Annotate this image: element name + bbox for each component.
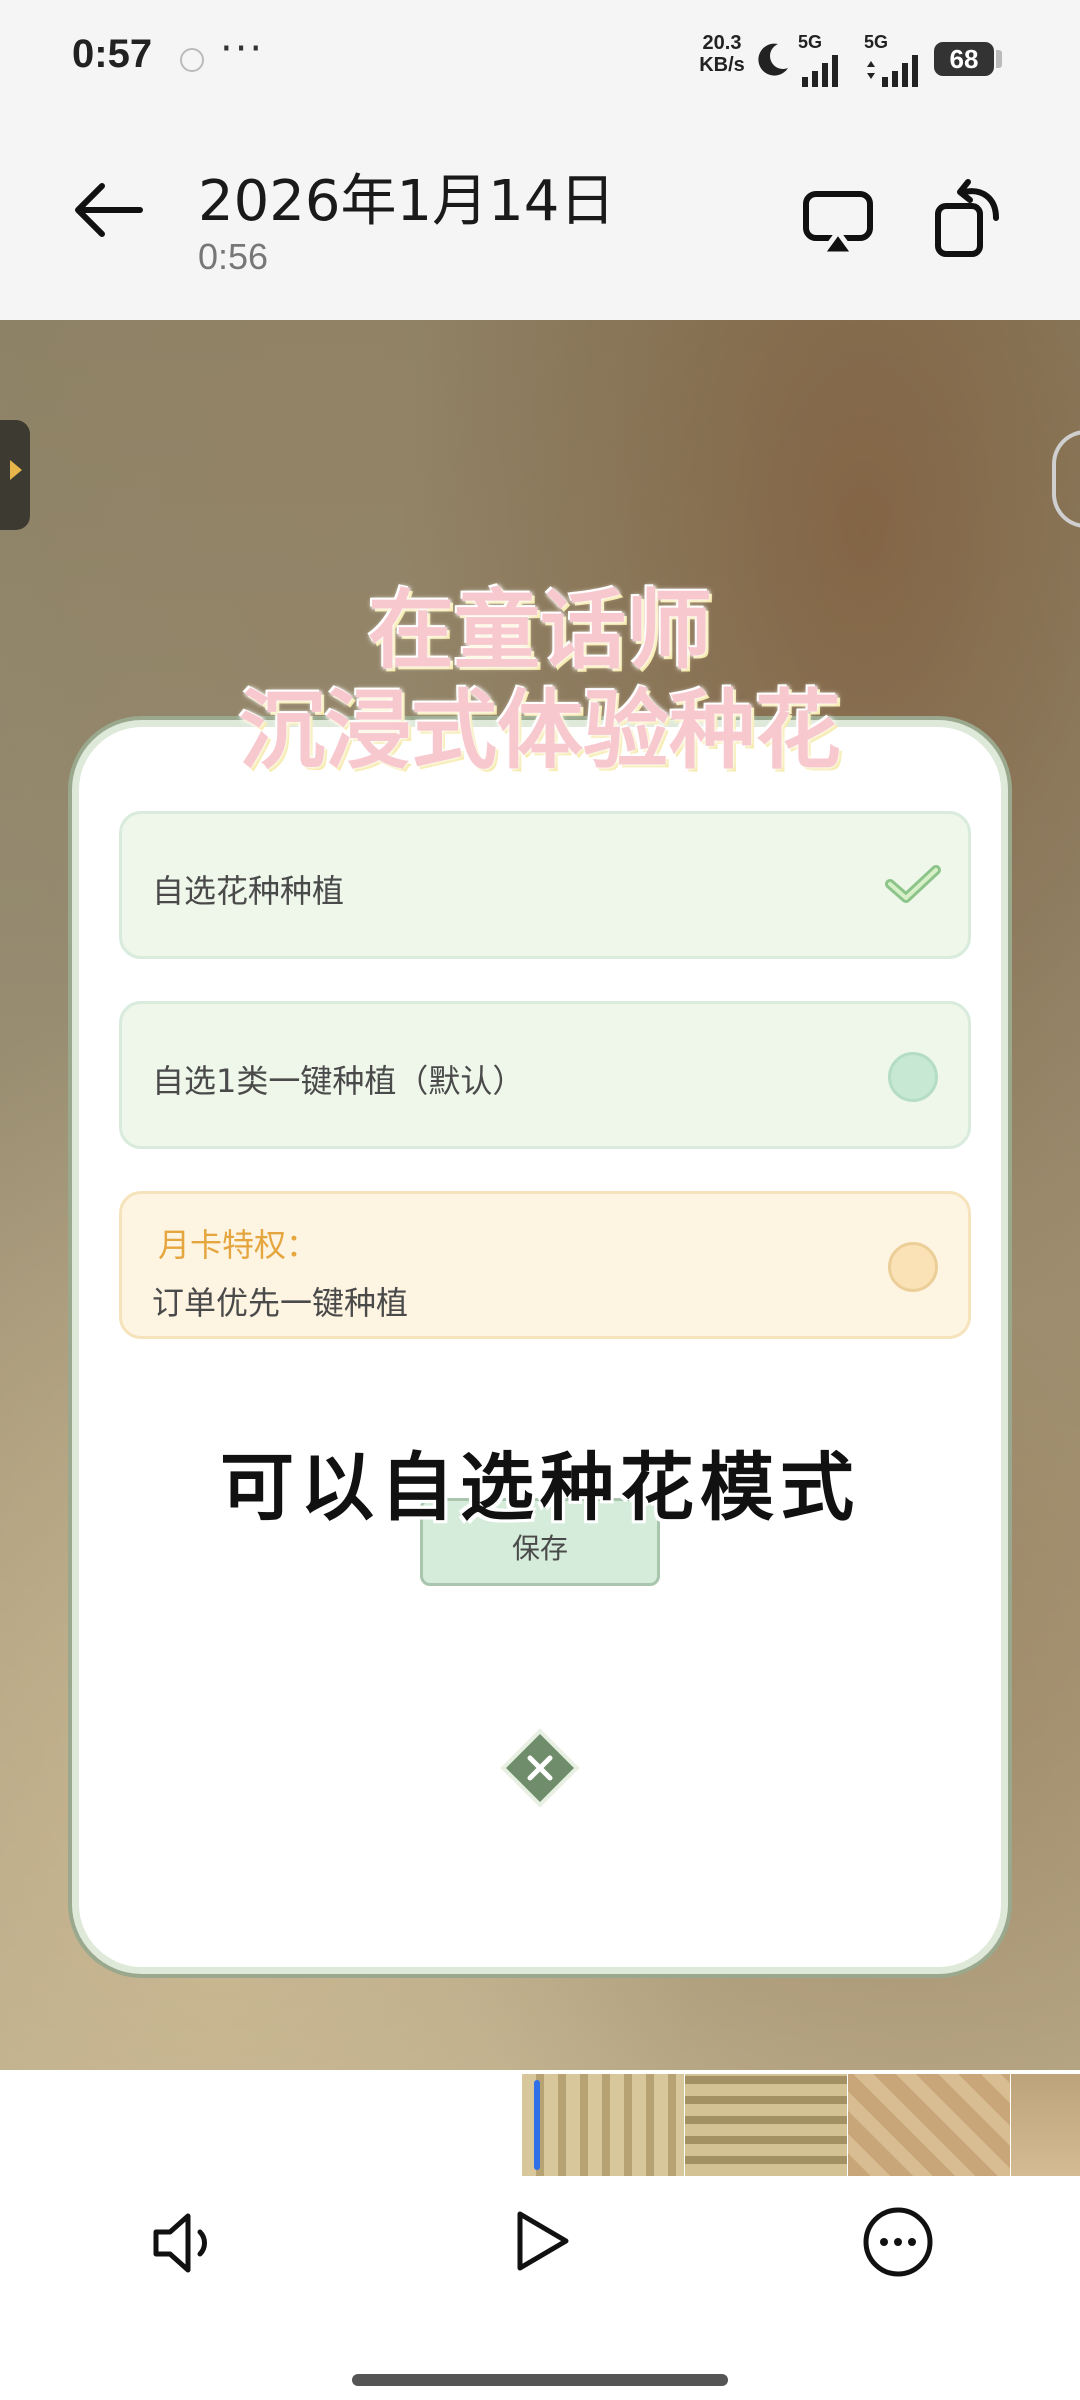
signal-icon-1: 5G: [798, 32, 844, 93]
back-arrow-icon[interactable]: [68, 170, 148, 250]
video-caption: 可以自选种花模式: [220, 1445, 860, 1531]
option-label: 订单优先一键种植: [152, 1284, 409, 1322]
side-tab[interactable]: [0, 420, 30, 530]
more-icon[interactable]: [860, 2204, 936, 2280]
signal-2-label: 5G: [864, 32, 889, 52]
signal-bars-icon: [802, 55, 838, 87]
radio-button[interactable]: [888, 1052, 938, 1102]
radio-button[interactable]: [888, 1242, 938, 1292]
more-notifications-icon: ···: [220, 26, 265, 72]
chevron-right-icon: [10, 460, 22, 480]
video-frame[interactable]: 自选花种种植 自选1类一键种植（默认） 月卡特权： 订单优先一键种植 在童话师 …: [0, 320, 1080, 2070]
notification-icon: [180, 48, 204, 72]
signal-1-label: 5G: [798, 32, 823, 52]
timeline-thumbnail: [1011, 2074, 1080, 2176]
option-one-click[interactable]: 自选1类一键种植（默认）: [119, 1001, 971, 1149]
viewer-header: 2026年1月14日 0:56: [0, 118, 1080, 320]
cast-icon[interactable]: [800, 184, 876, 260]
network-speed-value: 20.3: [702, 32, 742, 54]
timeline-thumbnail: [685, 2074, 847, 2176]
video-timeline[interactable]: [522, 2074, 1080, 2176]
network-speed: 20.3 KB/s: [694, 32, 750, 76]
battery-tip: [996, 50, 1002, 68]
option-label: 自选花种种植: [152, 872, 345, 910]
monthly-card-title: 月卡特权：: [158, 1226, 319, 1264]
side-handle: [1052, 430, 1080, 528]
timeline-thumbnail: [522, 2074, 684, 2176]
home-indicator[interactable]: [352, 2374, 728, 2386]
signal-bars-icon: [867, 55, 918, 87]
battery-indicator: 68: [934, 42, 994, 76]
timeline-thumbnail: [848, 2074, 1010, 2176]
page-title: 2026年1月14日: [198, 169, 616, 234]
rotate-icon[interactable]: [930, 178, 1006, 258]
timeline-playhead[interactable]: [534, 2080, 540, 2170]
playback-controls: [0, 2070, 1080, 2400]
check-icon: [885, 865, 941, 903]
status-bar: 0:57 ··· 20.3 KB/s 5G 5G 68: [0, 0, 1080, 118]
volume-icon[interactable]: [148, 2208, 218, 2278]
option-label: 自选1类一键种植（默认）: [152, 1062, 525, 1100]
video-duration: 0:56: [198, 236, 269, 277]
signal-icon-2: 5G: [864, 32, 924, 93]
close-icon[interactable]: [500, 1728, 580, 1808]
status-time: 0:57: [72, 32, 153, 76]
play-icon[interactable]: [506, 2206, 576, 2276]
option-custom-seed[interactable]: 自选花种种植: [119, 811, 971, 959]
moon-icon: [758, 43, 788, 76]
network-speed-unit: KB/s: [699, 54, 745, 76]
overlay-title-line2: 沉浸式体验种花: [239, 681, 841, 781]
option-monthly-card[interactable]: 月卡特权： 订单优先一键种植: [119, 1191, 971, 1339]
